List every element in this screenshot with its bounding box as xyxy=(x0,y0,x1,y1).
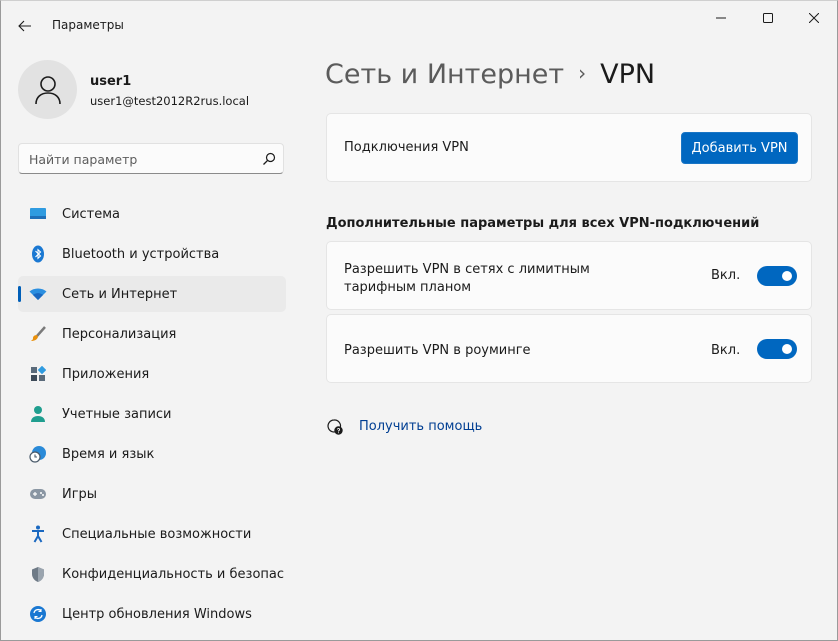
update-icon xyxy=(29,606,47,622)
sidebar-item-network[interactable]: Сеть и Интернет xyxy=(18,276,286,312)
accessibility-icon xyxy=(29,525,47,543)
close-icon xyxy=(809,13,819,23)
sidebar-item-label: Приложения xyxy=(62,367,150,382)
sidebar-item-label: Учетные записи xyxy=(62,407,172,422)
maximize-icon xyxy=(763,13,773,23)
get-help-link[interactable]: Получить помощь xyxy=(359,419,482,434)
vpn-connections-label: Подключения VPN xyxy=(344,140,469,155)
search-input[interactable] xyxy=(29,150,244,168)
brush-icon xyxy=(29,326,47,342)
search-icon[interactable] xyxy=(261,151,277,167)
sidebar-item-windows-update[interactable]: Центр обновления Windows xyxy=(18,596,286,632)
metered-vpn-label-line2: тарифным планом xyxy=(344,280,472,295)
sidebar-item-label: Конфиденциальность и безопас xyxy=(62,567,285,582)
maximize-button[interactable] xyxy=(745,1,791,35)
sidebar-item-label: Время и язык xyxy=(62,447,155,462)
app-title: Параметры xyxy=(52,18,124,32)
roaming-vpn-label: Разрешить VPN в роуминге xyxy=(344,343,531,358)
title-bar: Параметры xyxy=(1,1,837,49)
sidebar-item-accounts[interactable]: Учетные записи xyxy=(18,396,286,432)
bluetooth-icon xyxy=(29,245,47,263)
sidebar-item-system[interactable]: Система xyxy=(18,196,286,232)
sidebar-item-label: Персонализация xyxy=(62,327,177,342)
sidebar-item-label: Сеть и Интернет xyxy=(62,287,178,302)
toggle-state-label: Вкл. xyxy=(711,268,741,283)
sidebar-item-label: Специальные возможности xyxy=(62,527,252,542)
metered-vpn-toggle[interactable] xyxy=(757,266,797,286)
sidebar-item-label: Система xyxy=(62,207,121,222)
minimize-button[interactable] xyxy=(698,1,744,35)
page-title: VPN xyxy=(600,59,656,90)
shield-icon xyxy=(29,566,47,582)
toggle-knob xyxy=(782,344,792,354)
sidebar-item-label: Игры xyxy=(62,487,98,502)
breadcrumb-separator: › xyxy=(578,61,587,85)
sidebar-item-bluetooth[interactable]: Bluetooth и устройства xyxy=(18,236,286,272)
sidebar-item-apps[interactable]: Приложения xyxy=(18,356,286,392)
wifi-icon xyxy=(29,286,47,302)
toggle-knob xyxy=(782,271,792,281)
metered-vpn-label-line1: Разрешить VPN в сетях с лимитным xyxy=(344,262,590,277)
breadcrumb: Сеть и Интернет › VPN xyxy=(325,59,655,90)
minimize-icon xyxy=(716,17,726,19)
sidebar-item-privacy[interactable]: Конфиденциальность и безопас xyxy=(18,556,286,592)
system-icon xyxy=(29,206,47,222)
help-chat-icon xyxy=(327,419,343,435)
account-icon xyxy=(29,406,47,422)
roaming-vpn-toggle[interactable] xyxy=(757,339,797,359)
sidebar-item-label: Bluetooth и устройства xyxy=(62,247,220,262)
advanced-settings-title: Дополнительные параметры для всех VPN-по… xyxy=(326,216,760,231)
sidebar-item-accessibility[interactable]: Специальные возможности xyxy=(18,516,286,552)
back-arrow-icon xyxy=(18,20,31,32)
toggle-state-label: Вкл. xyxy=(711,343,741,358)
apps-icon xyxy=(29,366,47,382)
metered-vpn-setting: Разрешить VPN в сетях с лимитным тарифны… xyxy=(326,241,812,310)
sidebar-item-gaming[interactable]: Игры xyxy=(18,476,286,512)
sidebar-item-time-language[interactable]: Время и язык xyxy=(18,436,286,472)
sidebar-item-label: Центр обновления Windows xyxy=(62,607,252,622)
vpn-connections-card: Подключения VPN Добавить VPN xyxy=(326,113,812,182)
user-email: user1@test2012R2rus.local xyxy=(90,94,250,108)
breadcrumb-parent[interactable]: Сеть и Интернет xyxy=(325,59,564,90)
add-vpn-button[interactable]: Добавить VPN xyxy=(681,132,798,164)
metered-vpn-label: Разрешить VPN в сетях с лимитным тарифны… xyxy=(344,261,590,297)
settings-window: Параметры user1 user1@test2012R2rus.loca… xyxy=(0,0,838,641)
user-name: user1 xyxy=(90,74,132,89)
roaming-vpn-setting: Разрешить VPN в роуминге Вкл. xyxy=(326,314,812,383)
sidebar-item-personalization[interactable]: Персонализация xyxy=(18,316,286,352)
globe-clock-icon xyxy=(29,446,47,463)
get-help[interactable]: Получить помощь xyxy=(326,416,482,438)
back-button[interactable] xyxy=(11,15,39,37)
user-icon xyxy=(34,75,61,104)
sidebar-nav: Система Bluetooth и устройства Сеть и Ин… xyxy=(18,196,286,636)
avatar[interactable] xyxy=(18,60,77,119)
search-box[interactable] xyxy=(18,143,284,174)
close-button[interactable] xyxy=(791,1,837,35)
gamepad-icon xyxy=(29,486,47,502)
